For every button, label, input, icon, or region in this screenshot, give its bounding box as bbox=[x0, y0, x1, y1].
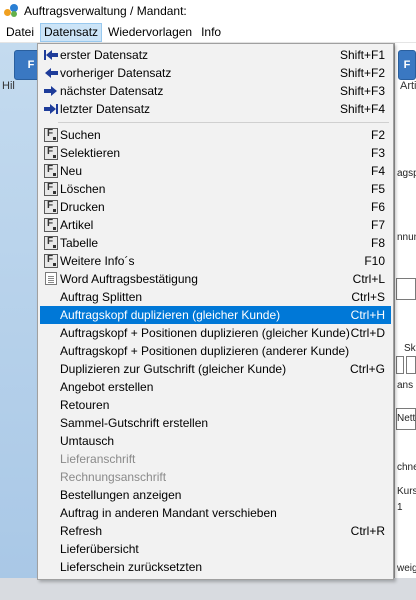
menu-item-weitere-infos[interactable]: Weitere Info´s F10 bbox=[40, 252, 391, 270]
menu-datensatz[interactable]: Datensatz bbox=[40, 22, 103, 42]
menu-item-refresh[interactable]: Refresh Ctrl+R bbox=[40, 522, 391, 540]
bg-text-fragment: agsp bbox=[397, 168, 416, 179]
last-record-icon bbox=[43, 101, 59, 117]
bg-input-box[interactable] bbox=[396, 356, 404, 374]
menu-item-duplizieren-zur-gutschrift[interactable]: Duplizieren zur Gutschrift (gleicher Kun… bbox=[40, 360, 391, 378]
toolbar-label-right: Arti bbox=[400, 80, 416, 92]
function-key-icon bbox=[43, 163, 59, 179]
next-record-icon bbox=[43, 83, 59, 99]
datensatz-dropdown-menu: erster Datensatz Shift+F1 vorheriger Dat… bbox=[37, 43, 394, 580]
app-logo-icon bbox=[4, 4, 18, 18]
bg-text-fragment: Kurs bbox=[397, 486, 416, 497]
bg-text-fragment: Sk bbox=[404, 343, 416, 354]
menu-item-drucken[interactable]: Drucken F6 bbox=[40, 198, 391, 216]
menu-wiedervorlagen[interactable]: Wiedervorlagen bbox=[105, 23, 195, 42]
status-bar bbox=[0, 578, 416, 600]
menu-item-rechnungsanschrift: Rechnungsanschrift bbox=[60, 470, 167, 484]
left-panel bbox=[0, 43, 40, 600]
menu-item-lieferuebersicht[interactable]: Lieferübersicht bbox=[40, 540, 391, 558]
menu-item-tabelle[interactable]: Tabelle F8 bbox=[40, 234, 391, 252]
menu-item-auftrag-splitten[interactable]: Auftrag Splitten Ctrl+S bbox=[40, 288, 391, 306]
menu-separator bbox=[58, 122, 389, 123]
menu-item-lieferschein-zuruecksetzten[interactable]: Lieferschein zurücksetzten bbox=[40, 558, 391, 576]
window-title: Auftragsverwaltung / Mandant: bbox=[24, 4, 187, 18]
first-record-icon bbox=[43, 47, 59, 63]
menu-item-artikel[interactable]: Artikel F7 bbox=[40, 216, 391, 234]
menu-datei[interactable]: Datei bbox=[3, 23, 37, 42]
menu-item-auftrag-verschieben[interactable]: Auftrag in anderen Mandant verschieben bbox=[40, 504, 391, 522]
menu-item-auftragskopf-duplizieren-gleicher-kunde[interactable]: Auftragskopf duplizieren (gleicher Kunde… bbox=[40, 306, 391, 324]
menu-item-vorheriger-datensatz[interactable]: vorheriger Datensatz Shift+F2 bbox=[40, 64, 391, 82]
menu-item-word-auftragsbestaetigung[interactable]: Word Auftragsbestätigung Ctrl+L bbox=[40, 270, 391, 288]
title-bar: Auftragsverwaltung / Mandant: bbox=[0, 0, 416, 22]
menu-item-naechster-datensatz[interactable]: nächster Datensatz Shift+F3 bbox=[40, 82, 391, 100]
function-key-icon bbox=[43, 199, 59, 215]
word-document-icon bbox=[43, 271, 59, 287]
function-key-icon bbox=[43, 235, 59, 251]
menu-item-angebot-erstellen[interactable]: Angebot erstellen bbox=[40, 378, 391, 396]
menu-info[interactable]: Info bbox=[198, 23, 224, 42]
menu-item-selektieren[interactable]: Selektieren F3 bbox=[40, 144, 391, 162]
bg-input-box[interactable] bbox=[406, 356, 416, 374]
function-key-icon bbox=[43, 127, 59, 143]
menu-item-loeschen[interactable]: Löschen F5 bbox=[40, 180, 391, 198]
bg-text-fragment: chne bbox=[397, 462, 416, 473]
toolbar-label-left: Hil bbox=[2, 80, 15, 92]
menu-item-erster-datensatz[interactable]: erster Datensatz Shift+F1 bbox=[40, 46, 391, 64]
function-key-icon bbox=[43, 145, 59, 161]
function-key-icon bbox=[43, 253, 59, 269]
toolbar-button-right[interactable]: F bbox=[398, 50, 416, 80]
bg-text-fragment: weig bbox=[397, 563, 416, 574]
menu-item-bestellungen-anzeigen[interactable]: Bestellungen anzeigen bbox=[40, 486, 391, 504]
menu-item-lieferanschrift: Lieferanschrift bbox=[60, 452, 136, 466]
menu-item-suchen[interactable]: Suchen F2 bbox=[40, 126, 391, 144]
menu-item-umtausch[interactable]: Umtausch bbox=[40, 432, 391, 450]
menu-item-neu[interactable]: Neu F4 bbox=[40, 162, 391, 180]
menu-item-retouren[interactable]: Retouren bbox=[40, 396, 391, 414]
bg-input-box[interactable] bbox=[396, 278, 416, 300]
menu-bar: Datei Datensatz Wiedervorlagen Info bbox=[0, 22, 416, 43]
bg-text-fragment: ans bbox=[397, 380, 414, 391]
menu-item-letzter-datensatz[interactable]: letzter Datensatz Shift+F4 bbox=[40, 100, 391, 118]
bg-text-fragment: Netto bbox=[397, 413, 416, 424]
bg-text-fragment: 1 bbox=[397, 502, 403, 513]
menu-item-sammel-gutschrift[interactable]: Sammel-Gutschrift erstellen bbox=[40, 414, 391, 432]
right-form-panel bbox=[394, 43, 416, 600]
menu-item-kopf-positionen-duplizieren-gleicher-kunde[interactable]: Auftragskopf + Positionen duplizieren (g… bbox=[40, 324, 391, 342]
previous-record-icon bbox=[43, 65, 59, 81]
menu-item-kopf-positionen-duplizieren-anderer-kunde[interactable]: Auftragskopf + Positionen duplizieren (a… bbox=[40, 342, 391, 360]
function-key-icon bbox=[43, 181, 59, 197]
function-key-icon bbox=[43, 217, 59, 233]
bg-text-fragment: nnun bbox=[397, 232, 416, 243]
